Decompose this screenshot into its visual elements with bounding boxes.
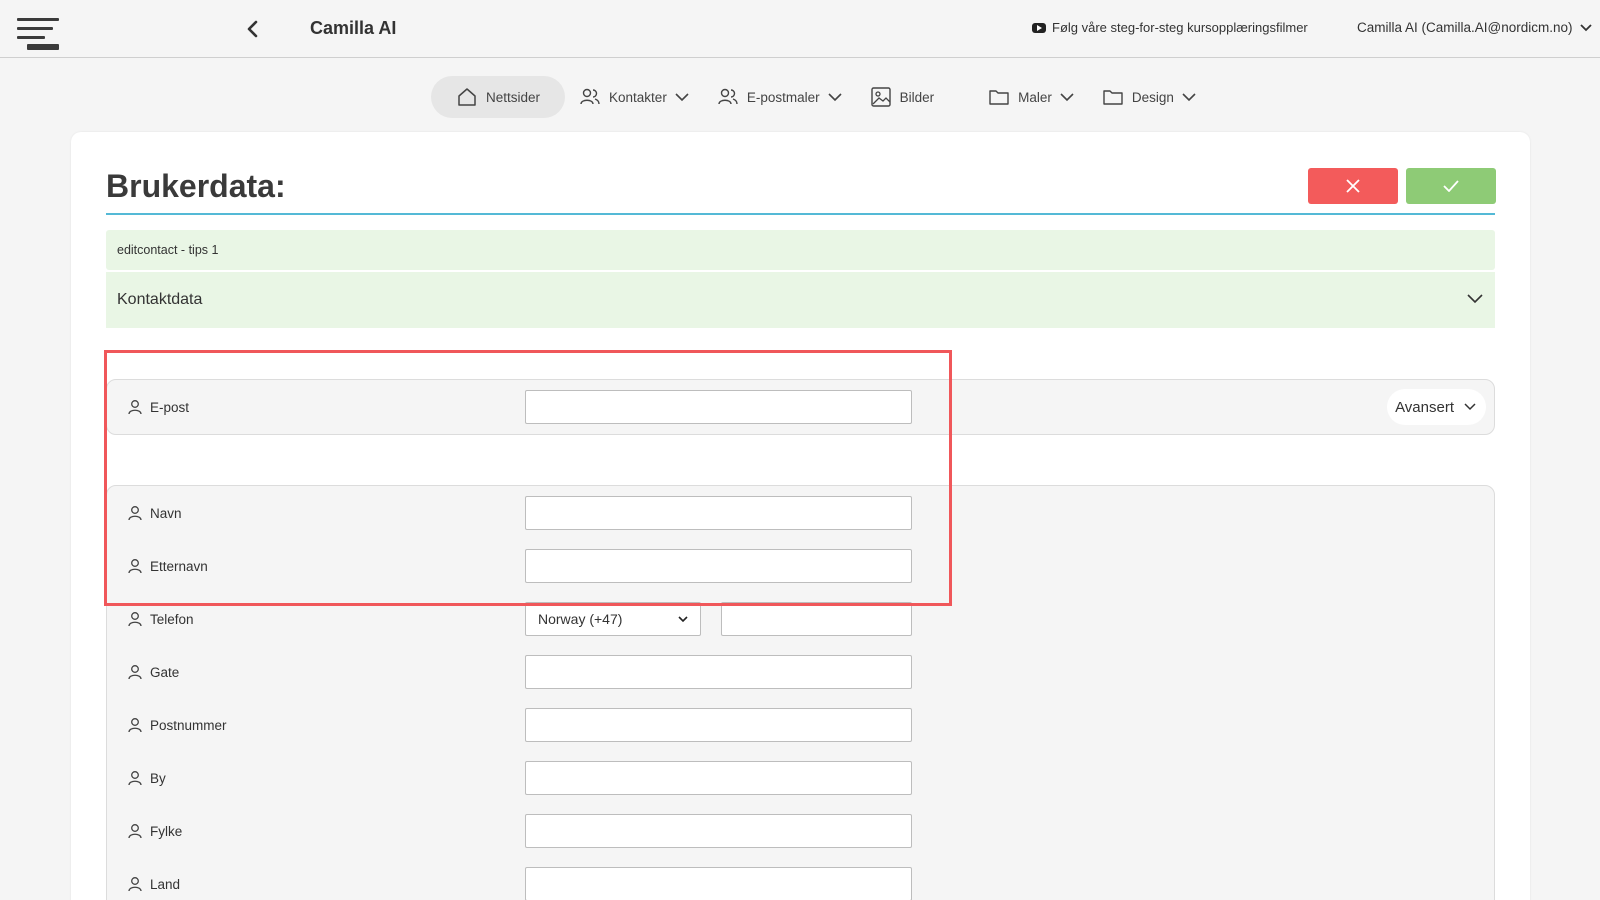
user-data-card: Brukerdata: editcontact - tips 1 Kontakt… [71, 132, 1530, 900]
person-icon [128, 824, 142, 839]
chevron-down-icon [828, 93, 842, 102]
person-icon [128, 400, 142, 415]
postal-label-text: Postnummer [150, 717, 227, 733]
street-label-text: Gate [150, 664, 180, 680]
close-icon [1346, 179, 1360, 193]
tips-box: editcontact - tips 1 [106, 230, 1495, 270]
email-input[interactable] [525, 390, 912, 424]
lastname-row: Etternavn [107, 549, 1494, 583]
person-icon [128, 665, 142, 680]
name-input[interactable] [525, 496, 912, 530]
nav-item-e-postmaler[interactable]: E-postmaler [703, 76, 856, 118]
chevron-down-icon [675, 93, 689, 102]
tutorial-videos-link[interactable]: Følg våre steg-for-steg kursopplæringsfi… [1032, 20, 1308, 35]
title-divider [106, 213, 1495, 215]
postal-row: Postnummer [107, 708, 1494, 742]
user-account-menu[interactable]: Camilla AI (Camilla.AI@nordicm.no) [1357, 20, 1593, 35]
lastname-label-text: Etternavn [150, 558, 208, 574]
postal-code-input[interactable] [525, 708, 912, 742]
street-label: Gate [128, 664, 179, 680]
users-icon [718, 88, 738, 105]
chevron-down-icon [1464, 403, 1476, 411]
main-navigation: Nettsider Kontakter E-postmaler Bilder M… [431, 76, 1210, 118]
chevron-down-icon [1182, 93, 1196, 102]
phone-country-value: Norway (+47) [538, 611, 623, 627]
country-label: Land [128, 876, 180, 892]
phone-country-select[interactable]: Norway (+47) [525, 602, 701, 636]
lastname-label: Etternavn [128, 558, 208, 574]
name-row: Navn [107, 496, 1494, 530]
person-icon [128, 877, 142, 892]
nav-item-kontakter[interactable]: Kontakter [565, 76, 703, 118]
nav-item-label: Bilder [899, 89, 935, 105]
street-row: Gate [107, 655, 1494, 689]
users-icon [580, 88, 600, 105]
person-icon [128, 612, 142, 627]
email-label-text: E-post [150, 399, 190, 415]
checkmark-icon [1443, 180, 1459, 192]
phone-number-input[interactable] [721, 602, 912, 636]
email-label: E-post [128, 399, 189, 415]
advanced-dropdown[interactable]: Avansert [1387, 389, 1486, 425]
phone-label-text: Telefon [150, 611, 194, 627]
city-input[interactable] [525, 761, 912, 795]
phone-label: Telefon [128, 611, 194, 627]
postal-label: Postnummer [128, 717, 227, 733]
nav-item-label: Design [1131, 89, 1174, 105]
youtube-icon [1032, 22, 1046, 33]
chevron-down-icon [1467, 294, 1483, 304]
person-icon [128, 771, 142, 786]
nav-item-design[interactable]: Design [1088, 76, 1210, 118]
tutorial-link-label: Følg våre steg-for-steg kursopplæringsfi… [1052, 20, 1308, 35]
hamburger-menu-icon[interactable] [17, 16, 59, 54]
person-icon [128, 506, 142, 521]
person-icon [128, 718, 142, 733]
chevron-down-icon [678, 615, 688, 622]
county-label: Fylke [128, 823, 182, 839]
lastname-input[interactable] [525, 549, 912, 583]
nav-item-maler[interactable]: Maler [974, 76, 1088, 118]
cancel-button[interactable] [1308, 168, 1398, 204]
nav-item-bilder[interactable]: Bilder [856, 76, 975, 118]
nav-item-label: E-postmaler [746, 89, 820, 105]
city-row: By [107, 761, 1494, 795]
image-icon [870, 87, 891, 107]
nav-item-label: Nettsider [486, 89, 541, 105]
email-row: E-post [107, 390, 1494, 424]
name-label-text: Navn [150, 505, 182, 521]
nav-item-nettsider[interactable]: Nettsider [431, 76, 566, 118]
folder-icon [989, 90, 1009, 105]
back-chevron-icon[interactable] [244, 18, 262, 40]
person-icon [128, 559, 142, 574]
nav-item-label: Kontakter [609, 89, 667, 105]
contact-data-accordion[interactable]: Kontaktdata [106, 272, 1495, 328]
nav-item-label: Maler [1018, 89, 1052, 105]
city-label: By [128, 770, 166, 786]
name-label: Navn [128, 505, 182, 521]
street-input[interactable] [525, 655, 912, 689]
country-input[interactable] [525, 867, 912, 900]
user-name-label: Camilla AI (Camilla.AI@nordicm.no) [1357, 20, 1573, 35]
folder-icon [1103, 90, 1123, 105]
county-label-text: Fylke [150, 823, 183, 839]
app-title: Camilla AI [310, 18, 397, 38]
city-label-text: By [150, 770, 166, 786]
tips-text: editcontact - tips 1 [117, 243, 219, 257]
advanced-label: Avansert [1395, 398, 1454, 416]
phone-row: Telefon Norway (+47) [107, 602, 1494, 636]
county-row: Fylke [107, 814, 1494, 848]
county-input[interactable] [525, 814, 912, 848]
page-title: Brukerdata: [106, 168, 286, 204]
top-bar: Camilla AI Følg våre steg-for-steg kurso… [0, 0, 1600, 58]
country-row: Land [107, 867, 1494, 900]
chevron-down-icon [1060, 93, 1074, 102]
email-panel: E-post Avansert [106, 379, 1495, 435]
country-label-text: Land [150, 876, 181, 892]
save-button[interactable] [1406, 168, 1496, 204]
contact-fields-panel: Navn Etternavn Telefon Norway (+47) Gate… [106, 485, 1495, 900]
accordion-title: Kontaktdata [117, 291, 203, 308]
chevron-down-icon [1579, 23, 1592, 31]
home-icon [458, 88, 476, 106]
